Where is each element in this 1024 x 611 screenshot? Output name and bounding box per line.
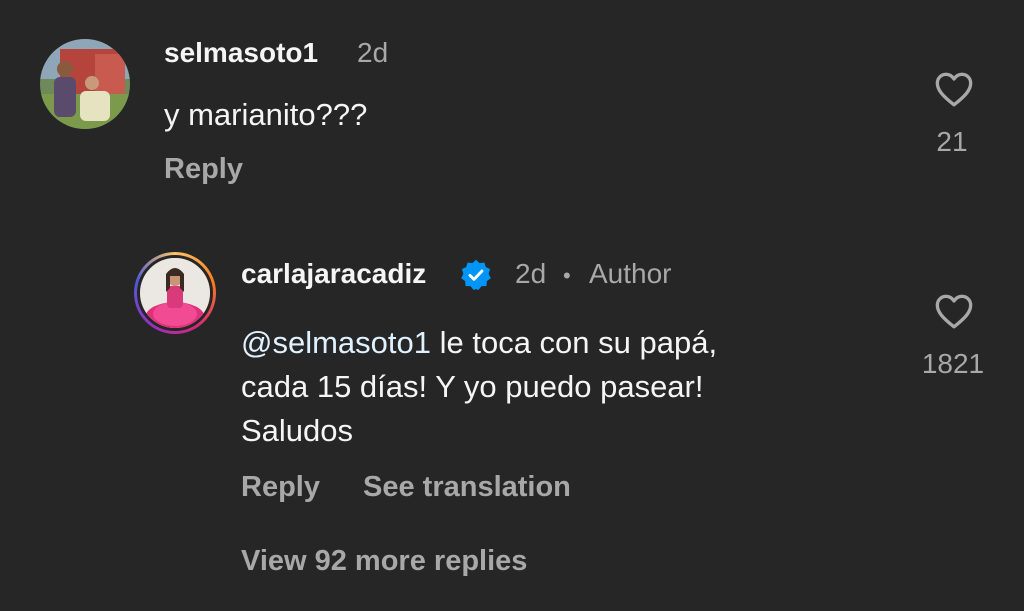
reply-text-line1: le toca con su papá, bbox=[431, 325, 718, 360]
reply-like-count: 1821 bbox=[921, 348, 985, 379]
reply-username[interactable]: carlajaracadiz bbox=[241, 258, 426, 290]
reply-text-line3: Saludos bbox=[241, 413, 354, 448]
comment-like-count: 21 bbox=[936, 126, 968, 157]
view-more-replies-button[interactable]: View 92 more replies bbox=[241, 545, 527, 578]
reply-text-line2: cada 15 días! Y yo puedo pasear! bbox=[241, 369, 704, 404]
author-label: Author bbox=[589, 258, 672, 289]
heart-icon[interactable] bbox=[934, 70, 974, 108]
avatar-selmasoto1[interactable] bbox=[40, 39, 130, 129]
verified-badge-icon bbox=[460, 259, 492, 291]
reply-separator: • bbox=[563, 263, 571, 288]
comment-reply-button[interactable]: Reply bbox=[164, 153, 243, 186]
heart-icon[interactable] bbox=[934, 292, 974, 330]
comment-username[interactable]: selmasoto1 bbox=[164, 37, 318, 69]
avatar-carlajaracadiz[interactable] bbox=[137, 255, 213, 331]
comment-time: 2d bbox=[357, 37, 389, 68]
reply-text: @selmasoto1 le toca con su papá, cada 15… bbox=[241, 321, 881, 453]
reply-time: 2d bbox=[515, 258, 547, 289]
see-translation-button[interactable]: See translation bbox=[363, 471, 571, 504]
mention-link[interactable]: @selmasoto1 bbox=[241, 325, 431, 360]
comment-text: y marianito??? bbox=[164, 97, 368, 132]
reply-reply-button[interactable]: Reply bbox=[241, 471, 320, 504]
